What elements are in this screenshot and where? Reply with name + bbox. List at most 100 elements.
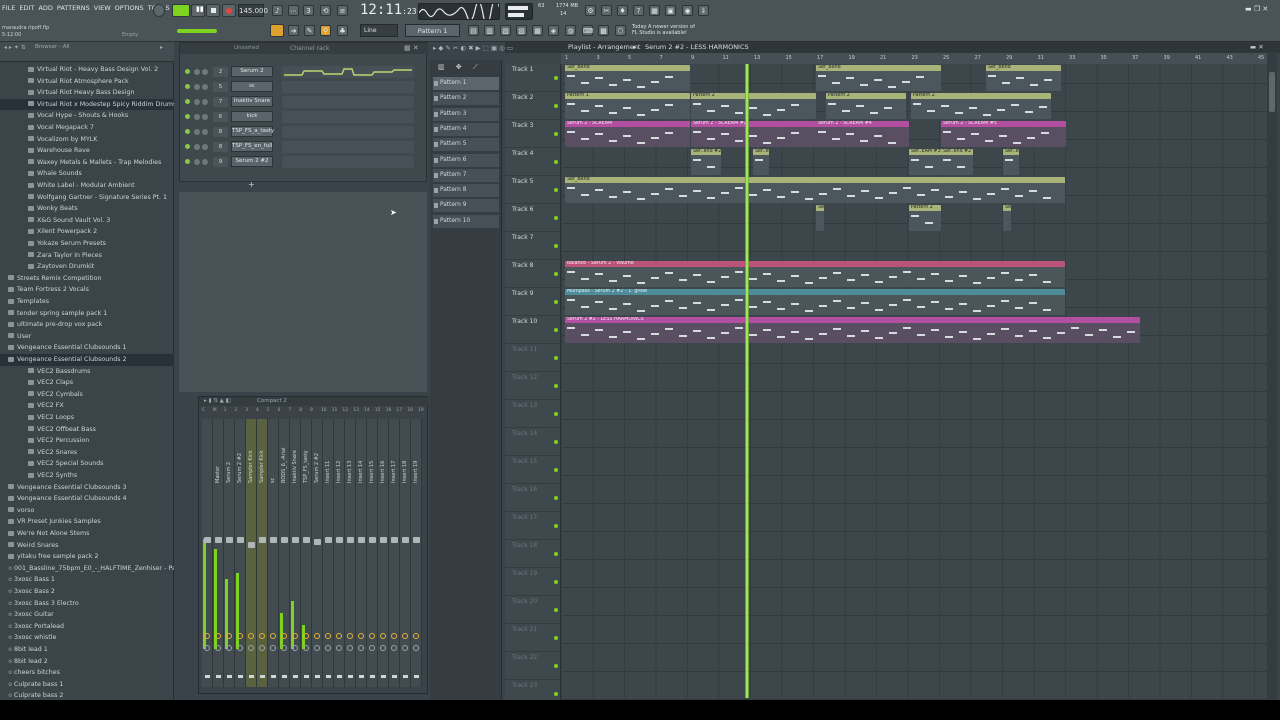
playlist-window-controls[interactable]: ▬ ✕ xyxy=(1250,42,1264,53)
channel-mixer-track[interactable]: 8 xyxy=(213,142,228,152)
track-mute-led[interactable] xyxy=(554,188,558,192)
browser-file-item[interactable]: ⚙ 001_Bassline_75bpm_E0_-_HALFTIME_Zenhis… xyxy=(0,563,174,575)
mixer-pan-knob[interactable] xyxy=(336,633,342,639)
mixer-fader[interactable] xyxy=(380,537,387,543)
mixer-fader[interactable] xyxy=(204,537,211,543)
channel-step-graph[interactable] xyxy=(282,111,414,123)
mixer-route-arrow[interactable] xyxy=(282,675,287,678)
browser-folder-item[interactable]: Yokaze Serum Presets xyxy=(0,238,174,250)
track-header[interactable]: Track 2 xyxy=(505,92,561,120)
track-header[interactable]: Track 12 xyxy=(505,372,561,400)
channel-step-graph[interactable] xyxy=(282,81,414,93)
mixer-route-arrow[interactable] xyxy=(403,675,408,678)
playlist-vertical-scrollbar[interactable] xyxy=(1267,52,1277,700)
browser-folder-item[interactable]: Warehouse Rave xyxy=(0,145,174,157)
browser-folder-item[interactable]: VEC2 Special Sounds xyxy=(0,458,174,470)
mixer-stereo-knob[interactable] xyxy=(347,645,353,651)
mixer-pan-knob[interactable] xyxy=(358,633,364,639)
mixer-strip[interactable]: TSP_FS_tasty xyxy=(301,419,312,687)
mixer-pan-knob[interactable] xyxy=(402,633,408,639)
mixer-fader[interactable] xyxy=(226,537,233,543)
browser-folder-item[interactable]: Virtual Riot Atmosphere Pack xyxy=(0,76,174,88)
mixer-pan-knob[interactable] xyxy=(325,633,331,639)
menu-file[interactable]: FILE xyxy=(2,4,15,12)
channel-name-button[interactable]: kick xyxy=(231,111,273,122)
piano-roll-icon[interactable]: ▥ xyxy=(484,25,495,36)
mixer-pan-knob[interactable] xyxy=(226,633,232,639)
channel-pan-knob[interactable] xyxy=(194,69,200,75)
song-position-clock[interactable]: 12:11:23 xyxy=(360,2,417,19)
playlist-clip[interactable]: Pattern 2 xyxy=(909,205,941,231)
track-header[interactable]: Track 19 xyxy=(505,568,561,596)
browser-folder-item[interactable]: VEC2 Offbeat Bass xyxy=(0,424,174,436)
menu-add[interactable]: ADD xyxy=(38,4,52,12)
channel-mixer-track[interactable]: 2 xyxy=(213,67,228,77)
mixer-fader[interactable] xyxy=(215,537,222,543)
browser-folder-item[interactable]: Wonky Beats xyxy=(0,203,174,215)
browser-file-item[interactable]: ⚙ Culprate bass 2 xyxy=(0,690,174,700)
mixer-strip[interactable]: Insert 12 xyxy=(334,419,345,687)
pattern-item[interactable]: Pattern 4 xyxy=(433,122,499,136)
channel-mixer-track[interactable]: 7 xyxy=(213,97,228,107)
playlist-clip[interactable]: Ser..end #2 xyxy=(1003,149,1019,175)
channel-rack-icon[interactable]: ▤ xyxy=(468,25,479,36)
channel-pan-knob[interactable] xyxy=(194,99,200,105)
track-mute-led[interactable] xyxy=(554,216,558,220)
browser-folder-item[interactable]: Vocal Hype - Shouts & Hooks xyxy=(0,110,174,122)
channel-step-graph[interactable] xyxy=(282,96,414,108)
playlist-clip[interactable]: Ser..end #2 xyxy=(691,149,721,175)
mixer-pan-knob[interactable] xyxy=(380,633,386,639)
browser-folder-item[interactable]: Vocalizom by MYLK xyxy=(0,134,174,146)
channel-row[interactable]: 5 sc xyxy=(180,80,428,94)
blend-notes-icon[interactable]: ≡ xyxy=(337,5,348,16)
mixer-stereo-knob[interactable] xyxy=(413,645,419,651)
tempo-tapper-icon[interactable]: ◍ xyxy=(565,25,576,36)
mixer-route-arrow[interactable] xyxy=(227,675,232,678)
browser-folder-item[interactable]: Xilent Powerpack 2 xyxy=(0,226,174,238)
snap-magnet-icon[interactable] xyxy=(270,24,284,37)
track-header[interactable]: Track 4 xyxy=(505,148,561,176)
channel-mute-led[interactable] xyxy=(185,129,190,134)
browser-folder-item[interactable]: Zara Taylor In Pieces xyxy=(0,250,174,262)
mixer-fader[interactable] xyxy=(281,537,288,543)
browser-folder-item[interactable]: VEC2 Bassdrums xyxy=(0,366,174,378)
plugin-picker-icon[interactable]: ◈ xyxy=(548,25,559,36)
menu-view[interactable]: VIEW xyxy=(94,4,111,12)
channel-filter[interactable]: Unsorted xyxy=(234,45,259,51)
track-header[interactable]: Track 23 xyxy=(505,680,561,700)
playlist-clip[interactable]: Serum 2 - SCREAM xyxy=(565,121,690,147)
pattern-item[interactable]: Pattern 7 xyxy=(433,168,499,182)
channel-name-button[interactable]: TSP_FS_en_full xyxy=(231,141,273,152)
chat-icon[interactable]: ◉ xyxy=(682,5,693,16)
mixer-strip[interactable]: Insert 16 xyxy=(378,419,389,687)
mixer-fader[interactable] xyxy=(402,537,409,543)
wait-icon[interactable]: ⋯ xyxy=(288,5,299,16)
track-header[interactable]: Track 7 xyxy=(505,232,561,260)
track-mute-led[interactable] xyxy=(554,664,558,668)
browser-folder-item[interactable]: VR Preset Junkies Samples xyxy=(0,516,174,528)
browser-file-item[interactable]: ⚙ 3xosc Bass 3 Electro xyxy=(0,598,174,610)
track-header[interactable]: Track 14 xyxy=(505,428,561,456)
channel-name-button[interactable]: TSP_FS_a_tasty xyxy=(231,126,274,137)
channel-rack-window-icons[interactable]: ▦ ✕ xyxy=(404,44,419,52)
playlist-clip[interactable]: Multipass - Serum 2 #2 - 1: growl xyxy=(565,289,1065,315)
browser-folder-item[interactable]: Vengeance Essential Clubsounds 1 xyxy=(0,342,174,354)
browser-folder-item[interactable]: Weird Snares xyxy=(0,540,174,552)
mixer-stereo-knob[interactable] xyxy=(314,645,320,651)
mixer-strip[interactable]: Serum 2 xyxy=(224,419,235,687)
track-mute-led[interactable] xyxy=(554,384,558,388)
mixer-stereo-knob[interactable] xyxy=(248,645,254,651)
channel-row[interactable]: 8 TSP_FS_a_tasty xyxy=(180,125,428,139)
mixer-fader[interactable] xyxy=(413,537,420,543)
mixer-pan-knob[interactable] xyxy=(391,633,397,639)
browser-folder-item[interactable]: Vengeance Essential Clubsounds 3 xyxy=(0,482,174,494)
mixer-route-arrow[interactable] xyxy=(326,675,331,678)
mixer-strip[interactable]: BODS_6_-Arial xyxy=(279,419,290,687)
track-header[interactable]: Track 22 xyxy=(505,652,561,680)
help-icon[interactable]: ? xyxy=(633,5,644,16)
mixer-stereo-knob[interactable] xyxy=(270,645,276,651)
browser-folder-item[interactable]: VEC2 Cymbals xyxy=(0,389,174,401)
track-mute-led[interactable] xyxy=(554,692,558,696)
browser-folder-item[interactable]: User xyxy=(0,331,174,343)
mixer-route-arrow[interactable] xyxy=(260,675,265,678)
